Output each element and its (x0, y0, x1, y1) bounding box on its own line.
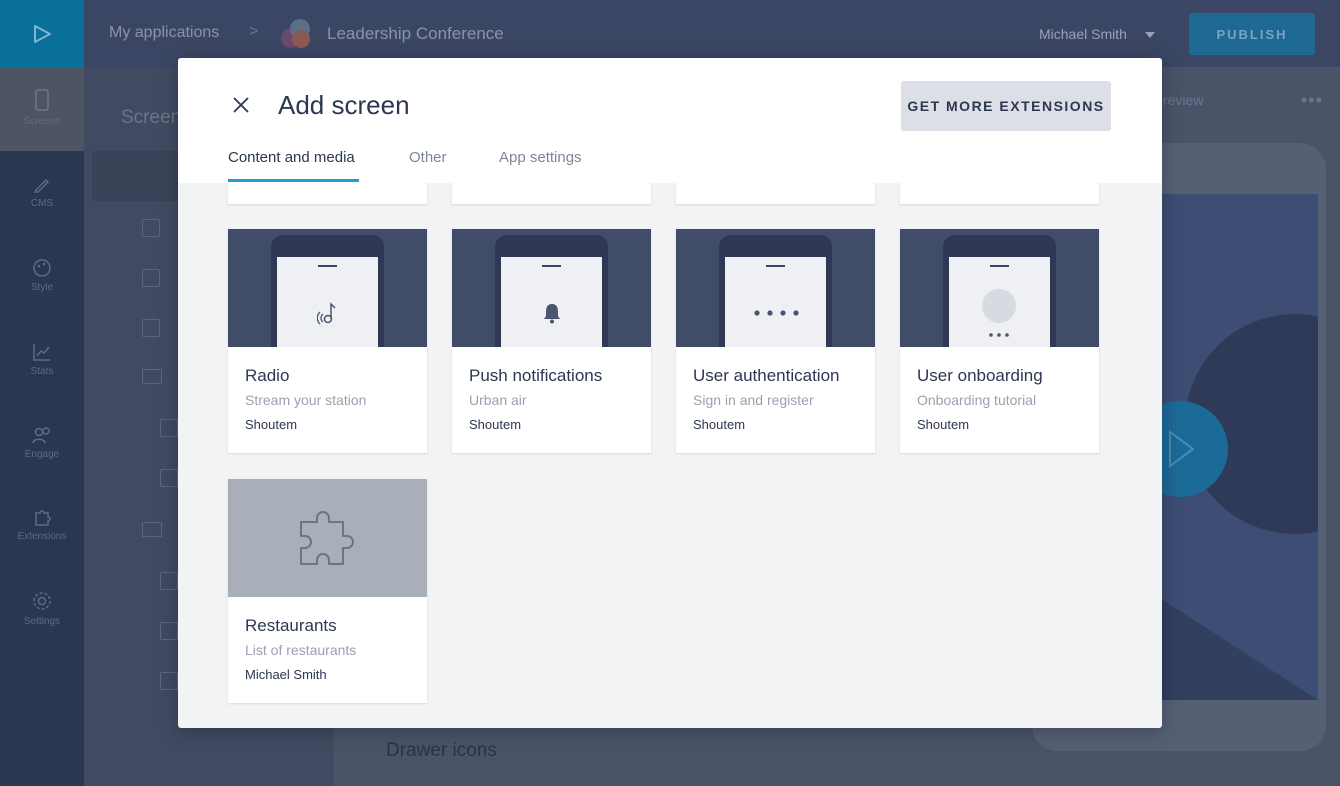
pencil-icon (33, 178, 50, 193)
screen-row-icon[interactable] (160, 672, 178, 690)
card-subtitle: Onboarding tutorial (917, 392, 1037, 408)
rail-item-style[interactable]: Style (0, 258, 84, 293)
tab-app-settings[interactable]: App settings (499, 149, 582, 166)
card-author: Shoutem (469, 417, 522, 432)
screen-row-icon[interactable] (160, 622, 178, 640)
screen-row-icon[interactable] (142, 319, 160, 337)
add-screen-modal: Add screen GET MORE EXTENSIONS Content a… (178, 58, 1162, 728)
card-title: Restaurants (245, 616, 337, 635)
breadcrumb-app-name[interactable]: Leadership Conference (327, 24, 504, 44)
phone-mockup-bar (318, 265, 337, 267)
rail-item-label: CMS (30, 198, 54, 209)
extension-card-partial[interactable] (676, 183, 875, 204)
card-thumbnail (228, 479, 427, 597)
rail-item-cms[interactable]: CMS (0, 174, 84, 209)
rail-item-engage[interactable]: Engage (0, 425, 84, 460)
rail-item-settings[interactable]: Settings (0, 590, 84, 627)
screen-row-icon[interactable] (160, 469, 178, 487)
left-rail: Screens CMS Style Stats Engage Extension… (0, 0, 84, 786)
extension-card-restaurants[interactable]: Restaurants List of restaurants Michael … (228, 479, 427, 703)
card-thumbnail (228, 229, 427, 347)
puzzle-icon (300, 511, 354, 565)
card-subtitle: List of restaurants (245, 642, 357, 658)
extension-card-partial[interactable] (228, 183, 427, 204)
screen-row-icon[interactable] (142, 269, 160, 287)
card-author: Shoutem (917, 417, 970, 432)
user-menu[interactable]: Michael Smith (1039, 26, 1127, 42)
top-bar: My applications > Leadership Conference … (84, 0, 1340, 67)
breadcrumb-separator: > (249, 23, 259, 40)
bell-icon (501, 293, 602, 333)
app-logo[interactable] (0, 0, 84, 67)
puzzle-icon (35, 510, 51, 526)
rail-item-screens[interactable]: Screens (0, 88, 84, 127)
close-icon[interactable] (230, 94, 252, 116)
card-title: User authentication (693, 366, 840, 385)
card-author: Shoutem (245, 417, 298, 432)
rail-item-label: Stats (30, 366, 54, 377)
folder-icon[interactable] (142, 522, 162, 537)
tab-content-and-media[interactable]: Content and media (228, 149, 355, 166)
extension-card-user-onboarding[interactable]: User onboarding Onboarding tutorial Shou… (900, 229, 1099, 453)
card-subtitle: Stream your station (245, 392, 367, 408)
extension-card-user-authentication[interactable]: User authentication Sign in and register… (676, 229, 875, 453)
radio-icon (277, 293, 378, 333)
rail-item-extensions[interactable]: Extensions (0, 507, 84, 542)
card-subtitle: Sign in and register (693, 392, 814, 408)
extension-card-partial[interactable] (452, 183, 651, 204)
phone-icon (35, 89, 49, 111)
chevron-down-icon[interactable] (1145, 32, 1155, 38)
palette-icon (33, 259, 51, 277)
password-dots-icon (725, 293, 826, 333)
extension-card-push-notifications[interactable]: Push notifications Urban air Shoutem (452, 229, 651, 453)
screen-row-icon[interactable] (160, 419, 178, 437)
people-icon (32, 427, 50, 444)
gear-icon (33, 592, 51, 610)
card-author: Shoutem (693, 417, 746, 432)
modal-header: Add screen GET MORE EXTENSIONS Content a… (178, 58, 1162, 183)
card-title: User onboarding (917, 366, 1043, 385)
rail-item-label: Extensions (17, 531, 67, 542)
drawer-icons-heading: Drawer icons (386, 740, 497, 761)
phone-mockup-bar (766, 265, 785, 267)
tab-other[interactable]: Other (409, 149, 447, 166)
more-options-icon[interactable]: ••• (1301, 90, 1323, 111)
sidebar-title: Screen (121, 107, 182, 128)
rail-item-label: Screens (23, 116, 61, 127)
chart-icon (33, 344, 50, 361)
phone-mockup-bar (990, 265, 1009, 267)
get-more-extensions-button[interactable]: GET MORE EXTENSIONS (901, 81, 1111, 131)
publish-button[interactable]: PUBLISH (1189, 13, 1315, 55)
rail-item-label: Style (30, 282, 54, 293)
rail-item-stats[interactable]: Stats (0, 342, 84, 377)
onboarding-icon (982, 289, 1016, 337)
breadcrumb-my-applications[interactable]: My applications (109, 24, 219, 42)
card-title: Radio (245, 366, 290, 385)
card-thumbnail (452, 229, 651, 347)
phone-mockup-bar (542, 265, 561, 267)
screen-row-icon[interactable] (142, 219, 160, 237)
extension-card-radio[interactable]: Radio Stream your station Shoutem (228, 229, 427, 453)
screen-row-icon[interactable] (160, 572, 178, 590)
card-author: Michael Smith (245, 667, 327, 682)
extension-card-partial[interactable] (900, 183, 1099, 204)
active-tab-indicator (228, 179, 359, 182)
rail-item-label: Settings (23, 616, 61, 627)
card-title: Push notifications (469, 366, 603, 385)
rail-item-label: Engage (24, 449, 60, 460)
preview-label[interactable]: review (1163, 92, 1203, 108)
app-avatar-icon (281, 19, 310, 48)
card-subtitle: Urban air (469, 392, 527, 408)
folder-icon[interactable] (142, 369, 162, 384)
card-thumbnail (676, 229, 875, 347)
card-thumbnail (900, 229, 1099, 347)
modal-title: Add screen (278, 90, 410, 120)
logo-icon (34, 24, 51, 43)
